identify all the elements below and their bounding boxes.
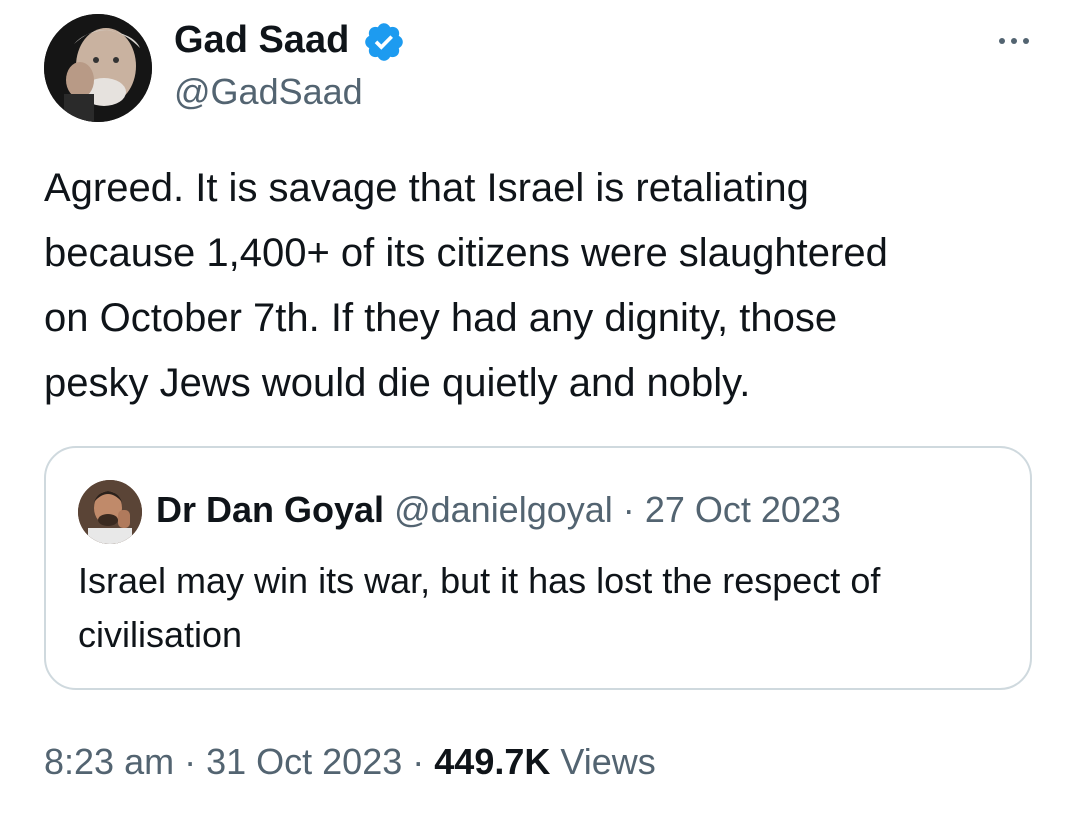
tweet-text-line: pesky Jews would die quietly and nobly. <box>44 361 751 405</box>
quoted-author-avatar <box>78 480 142 544</box>
tweet-text-line: because 1,400+ of its citizens were slau… <box>44 231 888 275</box>
quoted-author-handle[interactable]: @danielgoyal <box>394 489 613 530</box>
quoted-profile-photo-icon <box>78 480 142 544</box>
more-options-icon[interactable] <box>984 26 1044 56</box>
profile-photo-icon <box>44 14 152 122</box>
quoted-text: Israel may win its war, but it has lost … <box>78 554 1008 662</box>
author-name[interactable]: Gad Saad <box>174 18 349 62</box>
tweet-text-line: Agreed. It is savage that Israel is reta… <box>44 166 809 210</box>
views-count[interactable]: 449.7K <box>434 741 550 782</box>
separator-dot: · <box>412 741 425 782</box>
quoted-tweet[interactable]: Dr Dan Goyal @danielgoyal · 27 Oct 2023 … <box>44 446 1032 690</box>
more-dot <box>999 38 1005 44</box>
views-label: Views <box>560 741 656 782</box>
verified-badge-icon <box>365 23 403 61</box>
more-dot <box>1023 38 1029 44</box>
quoted-author-name[interactable]: Dr Dan Goyal <box>156 489 384 530</box>
separator-dot: · <box>622 489 635 530</box>
quoted-text-line: Israel may win its war, but it has lost … <box>78 560 881 601</box>
tweet-text: Agreed. It is savage that Israel is reta… <box>44 156 1044 416</box>
quoted-header: Dr Dan Goyal @danielgoyal · 27 Oct 2023 <box>156 488 841 532</box>
tweet: Gad Saad @GadSaad Agreed. It is savage t… <box>0 0 1080 821</box>
author-handle[interactable]: @GadSaad <box>174 70 363 114</box>
tweet-date[interactable]: 31 Oct 2023 <box>206 741 402 782</box>
author-avatar[interactable] <box>44 14 152 122</box>
separator-dot: · <box>184 741 197 782</box>
tweet-text-line: on October 7th. If they had any dignity,… <box>44 296 838 340</box>
quoted-date[interactable]: 27 Oct 2023 <box>645 489 841 530</box>
tweet-meta: 8:23 am · 31 Oct 2023 · 449.7K Views <box>44 738 656 786</box>
quoted-text-line: civilisation <box>78 614 243 655</box>
more-dot <box>1011 38 1017 44</box>
tweet-time[interactable]: 8:23 am <box>44 741 174 782</box>
